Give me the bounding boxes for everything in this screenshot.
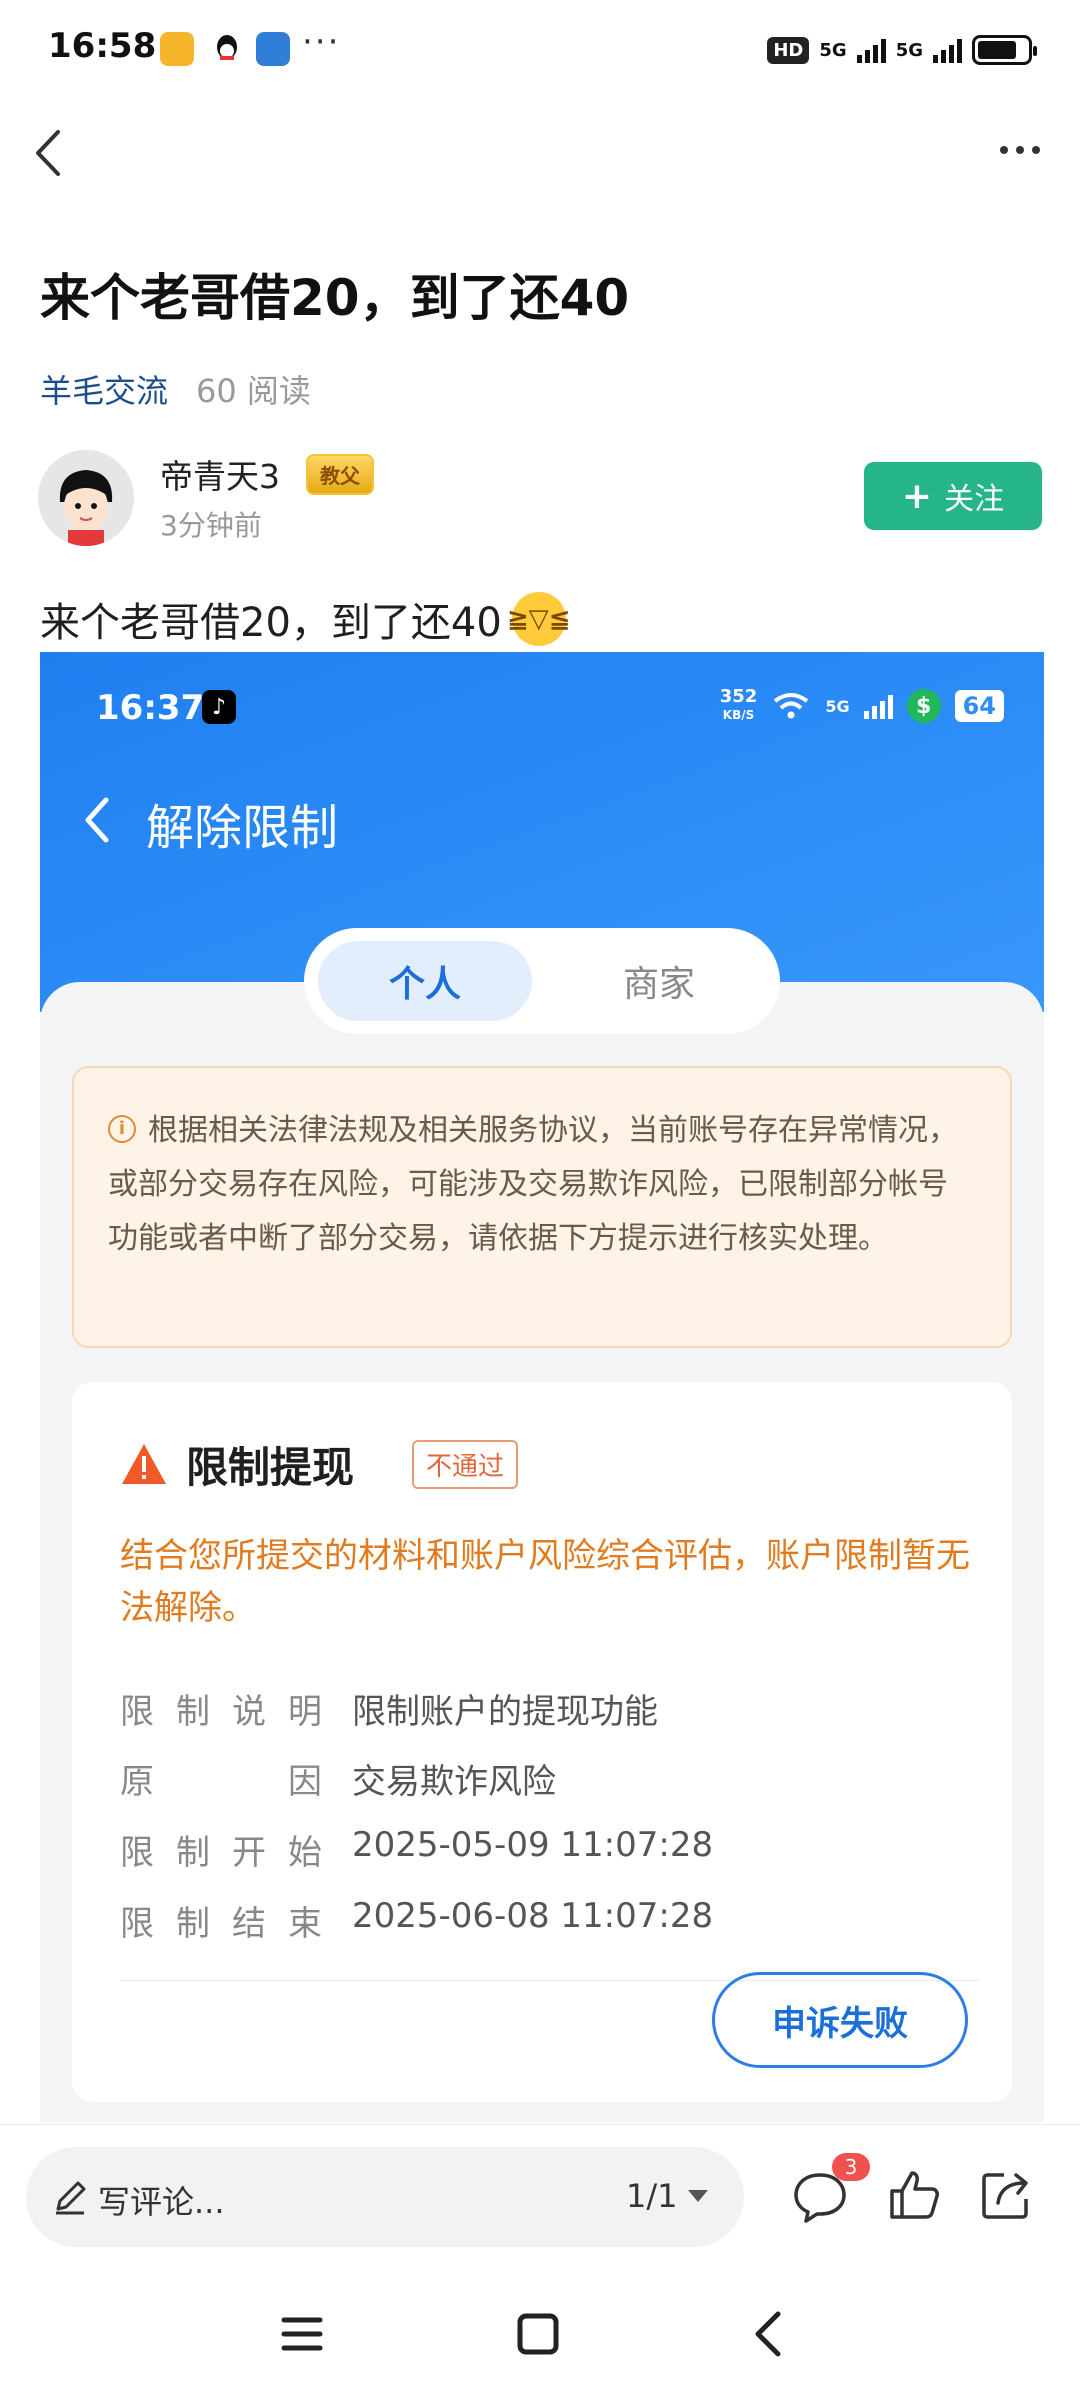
tiktok-icon: ♪ [202,690,236,724]
embedded-status-time: 16:37 [96,688,205,728]
post-meta: 羊毛交流 60 阅读 [40,366,311,412]
app-notification-icon [256,32,290,66]
plus-icon: + [901,475,933,517]
laughing-emoji-icon: ≧▽≦ [507,592,571,646]
post-body: 来个老哥借20，到了还40 ≧▽≦ [40,590,571,648]
network-label-1: 5G [819,39,847,61]
comment-input[interactable]: 写评论... 1/1 [26,2147,744,2247]
menu-icon[interactable] [262,2294,342,2374]
back-nav-icon[interactable] [730,2294,810,2374]
embedded-network-label: 5G [825,696,850,716]
status-right: HD 5G 5G [767,30,1037,70]
risk-notice: i 根据相关法律法规及相关服务协议，当前账号存在异常情况，或部分交易存在风险，可能… [72,1066,1012,1348]
system-nav-bar [0,2266,1080,2400]
status-bar: 16:58 ··· HD 5G 5G [0,0,1080,100]
network-label-2: 5G [895,39,923,61]
embedded-signal-icon [863,693,893,719]
notes-app-icon [160,32,194,66]
more-options-button[interactable] [990,130,1050,170]
bottom-bar: 写评论... 1/1 3 [0,2124,1080,2266]
network-speed: 352 KB/S [719,686,758,723]
embedded-page-title: 解除限制 [146,800,339,856]
battery-icon [972,35,1037,65]
follow-label: 关注 [944,482,1005,517]
like-icon[interactable] [884,2165,944,2225]
comment-placeholder: 写评论... [98,2183,225,2221]
signal-icon [933,37,962,63]
dollar-icon: $ [906,689,941,723]
warning-icon [122,1444,166,1484]
post-title: 来个老哥借20，到了还40 [40,269,630,327]
avatar[interactable] [38,450,134,546]
info-row-reason: 原因 交易欺诈风险 [120,1754,556,1803]
embedded-tabs: 个人 商家 [304,928,780,1034]
info-key: 限制开始 [120,1833,322,1873]
comment-count-badge: 3 [832,2153,870,2181]
info-value: 2025-05-09 11:07:28 [352,1825,714,1865]
back-button[interactable] [22,118,82,188]
tab-merchant: 商家 [622,964,695,1005]
caret-down-icon [687,2190,708,2202]
status-time: 16:58 [48,26,157,66]
chevron-left-icon [36,130,60,176]
embedded-back-icon [74,790,124,850]
home-icon[interactable] [498,2294,578,2374]
hd-icon: HD [767,36,810,64]
more-notifications-icon: ··· [302,22,341,62]
restriction-card: 限制提现 不通过 结合您所提交的材料和账户风险综合评估，账户限制暂无法解除。 限… [72,1382,1012,2102]
notice-text: 根据相关法律法规及相关服务协议，当前账号存在异常情况，或部分交易存在风险，可能涉… [108,1113,958,1256]
info-key: 原因 [120,1762,322,1802]
share-icon[interactable] [976,2165,1036,2225]
info-row-start: 限制开始 2025-05-09 11:07:28 [120,1825,713,1874]
post-body-text: 来个老哥借20，到了还40 [40,600,502,646]
signal-icon [856,37,886,63]
info-row-end: 限制结束 2025-06-08 11:07:28 [120,1896,713,1945]
page-selector[interactable]: 1/1 [626,2177,708,2215]
info-value: 交易欺诈风险 [352,1762,556,1802]
card-title: 限制提现 [186,1443,355,1492]
qq-icon [210,32,244,66]
author-badge: 教父 [306,454,374,495]
embedded-battery: 64 [954,690,1004,722]
follow-button[interactable]: + 关注 [864,462,1042,530]
author-name[interactable]: 帝青天3 [160,450,280,498]
info-value: 2025-06-08 11:07:28 [352,1896,714,1936]
tab-personal: 个人 [318,941,532,1021]
info-icon: i [108,1114,136,1143]
post-image[interactable]: 16:37 ♪ 352 KB/S 5G $ 64 解除限制 个人 商家 i 根据相关… [40,652,1044,2122]
page-indicator: 1/1 [626,2177,678,2215]
appeal-failed-button: 申诉失败 [712,1972,968,2068]
info-value: 限制账户的提现功能 [352,1692,658,1732]
pen-icon [56,2181,86,2215]
card-message: 结合您所提交的材料和账户风险综合评估，账户限制暂无法解除。 [120,1536,970,1628]
info-row-description: 限制说明 限制账户的提现功能 [120,1684,658,1733]
info-key: 限制说明 [120,1692,322,1732]
embedded-status-right: 352 KB/S 5G $ 64 [720,688,1004,724]
status-badge: 不通过 [412,1440,519,1489]
category-link[interactable]: 羊毛交流 [40,366,168,412]
post-time: 3分钟前 [160,509,262,542]
wifi-icon [774,693,809,719]
read-count: 60 阅读 [196,372,311,410]
info-key: 限制结束 [120,1904,322,1944]
